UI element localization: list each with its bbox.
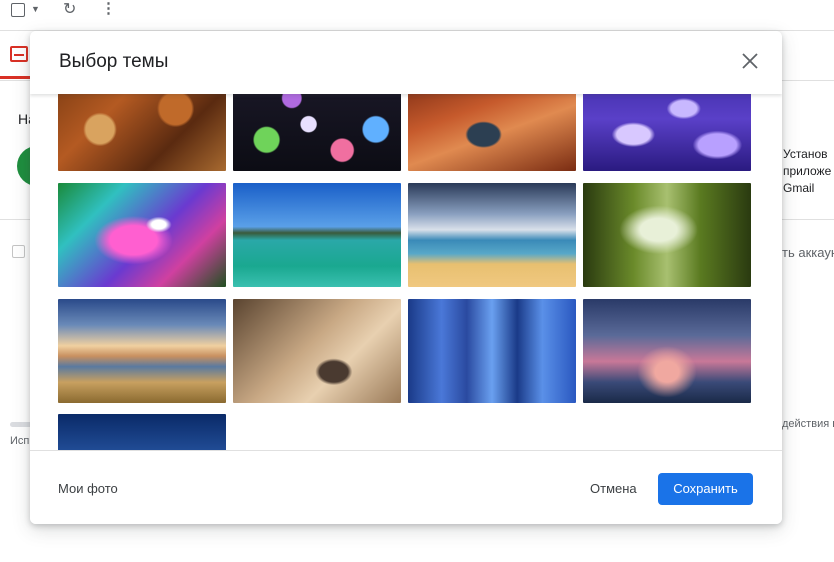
dialog-title: Выбор темы	[59, 51, 169, 72]
save-button[interactable]: Сохранить	[658, 473, 753, 505]
my-photos-link[interactable]: Мои фото	[58, 481, 118, 496]
cancel-button[interactable]: Отмена	[581, 473, 646, 505]
theme-forest-stream[interactable]	[583, 183, 751, 287]
theme-autumn-leaves[interactable]	[58, 94, 226, 171]
theme-jellyfish[interactable]	[583, 94, 751, 171]
theme-city-skyscrapers[interactable]	[408, 299, 576, 403]
dialog-footer: Мои фото Отмена Сохранить	[30, 450, 782, 524]
dialog-header: Выбор темы	[30, 31, 782, 94]
theme-night-cliffs[interactable]	[58, 414, 226, 450]
close-icon	[742, 53, 758, 69]
theme-stormy-sky[interactable]	[583, 299, 751, 403]
theme-lake-island[interactable]	[233, 183, 401, 287]
theme-canyon-river[interactable]	[408, 94, 576, 171]
theme-desert-rock[interactable]	[233, 299, 401, 403]
close-button[interactable]	[738, 49, 762, 73]
theme-golden-gate-coast[interactable]	[58, 299, 226, 403]
theme-beach-clouds[interactable]	[408, 183, 576, 287]
theme-bokeh-lights[interactable]	[233, 94, 401, 171]
theme-water-drops-rainbow[interactable]	[58, 183, 226, 287]
theme-gallery[interactable]	[30, 94, 782, 450]
theme-dialog: Выбор темы Мои фото Отмена Сохранить	[30, 31, 782, 524]
